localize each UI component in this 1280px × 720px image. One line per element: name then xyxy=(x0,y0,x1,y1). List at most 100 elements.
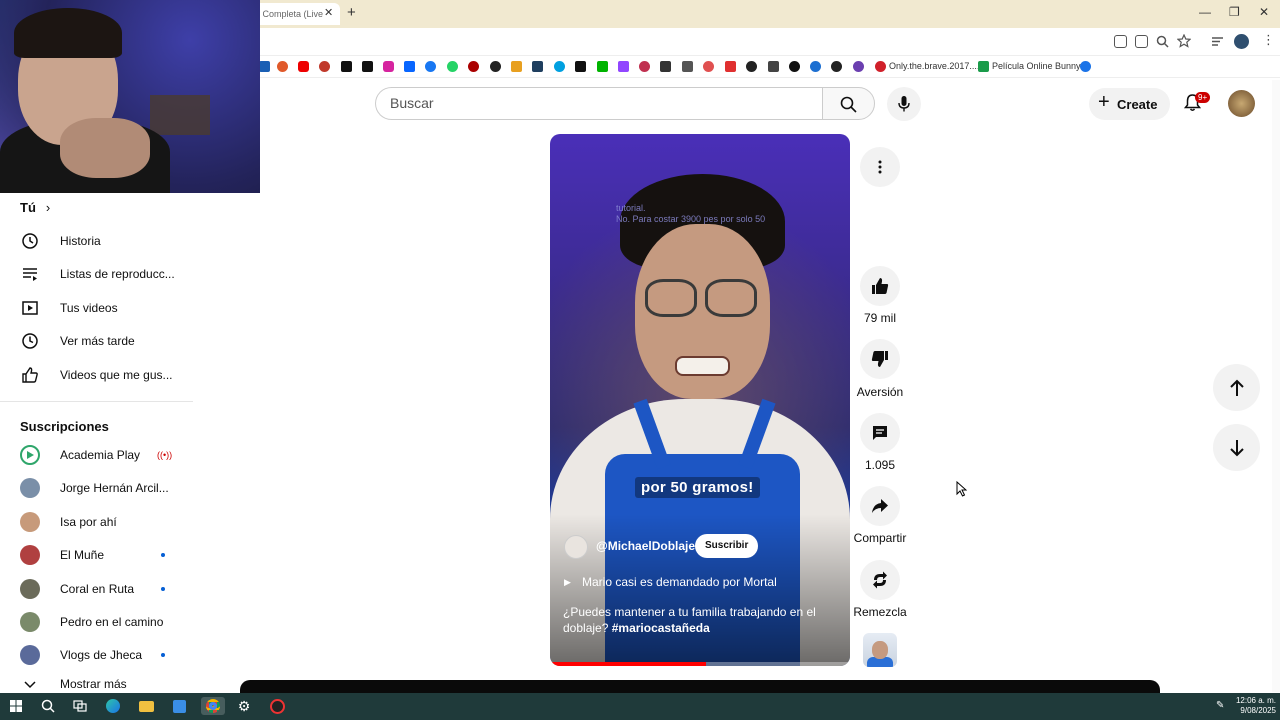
bookmark-icon[interactable] xyxy=(682,61,693,72)
kick-bookmark-icon[interactable] xyxy=(597,61,608,72)
close-window-icon[interactable]: ✕ xyxy=(1259,5,1269,19)
reading-list-icon[interactable] xyxy=(1211,35,1224,48)
next-short-preview[interactable] xyxy=(240,680,1160,694)
bookmark-icon[interactable] xyxy=(725,61,736,72)
you-label: Tú xyxy=(20,200,36,215)
sidebar-item-liked-videos[interactable]: Videos que me gus... xyxy=(20,362,190,388)
share-button[interactable] xyxy=(860,486,900,526)
tiktok-bookmark-icon[interactable] xyxy=(341,61,352,72)
bookmark-star-icon[interactable] xyxy=(1177,34,1191,48)
bookmark-icon[interactable] xyxy=(746,61,757,72)
bookmark-icon[interactable] xyxy=(703,61,714,72)
sidebar-item-your-videos[interactable]: Tus videos xyxy=(20,295,190,321)
cast-icon[interactable] xyxy=(1114,35,1127,48)
bookmark-icon[interactable] xyxy=(768,61,779,72)
bookmark-icon[interactable] xyxy=(277,61,288,72)
system-clock[interactable]: 12:06 a. m. 9/08/2025 xyxy=(1232,696,1276,716)
twitch-bookmark-icon[interactable] xyxy=(618,61,629,72)
dislike-label: Aversión xyxy=(856,385,904,399)
remix-button[interactable] xyxy=(860,560,900,600)
new-content-dot xyxy=(161,587,165,591)
show-more-label: Mostrar más xyxy=(60,677,127,691)
linked-video-link[interactable]: Mario casi es demandado por Mortal xyxy=(582,575,777,589)
subscribe-button[interactable]: Suscribir xyxy=(695,534,759,558)
more-options-button[interactable] xyxy=(860,147,900,187)
show-more-button[interactable]: Mostrar más xyxy=(20,676,190,692)
short-video-player[interactable]: tutorial. No. Para costar 3900 pes por so… xyxy=(550,134,850,666)
next-short-button[interactable] xyxy=(1213,424,1260,471)
zoom-icon[interactable] xyxy=(1156,35,1169,48)
bookmark-icon[interactable] xyxy=(468,61,479,72)
subscription-item[interactable]: Pedro en el camino xyxy=(20,609,190,635)
bookmark-icon[interactable] xyxy=(1080,61,1091,72)
sidebar-item-watch-later[interactable]: Ver más tarde xyxy=(20,328,190,354)
bookmark-link[interactable]: Película Online Bunny xyxy=(992,61,1081,71)
new-content-dot xyxy=(161,553,165,557)
search-icon[interactable] xyxy=(39,697,57,715)
subscriptions-header: Suscripciones xyxy=(20,419,109,434)
hashtag-link[interactable]: #mariocastañeda xyxy=(612,621,710,635)
page-scrollbar[interactable] xyxy=(1272,80,1280,692)
meta-bookmark-icon[interactable] xyxy=(404,61,415,72)
previous-short-button[interactable] xyxy=(1213,364,1260,411)
dislike-button[interactable] xyxy=(860,339,900,379)
bookmark-icon[interactable] xyxy=(831,61,842,72)
facebook-bookmark-icon[interactable] xyxy=(425,61,436,72)
task-view-icon[interactable] xyxy=(71,697,89,715)
chrome-taskbar-icon[interactable] xyxy=(201,697,225,715)
remix-icon xyxy=(873,571,887,589)
file-explorer-icon[interactable] xyxy=(137,697,155,715)
sidebar-item-label: Tus videos xyxy=(60,301,118,315)
new-tab-icon[interactable]: + xyxy=(347,4,356,21)
bookmark-icon[interactable] xyxy=(532,61,543,72)
windows-start-icon[interactable] xyxy=(7,697,25,715)
bookmark-link[interactable]: Only.the.brave.2017.... xyxy=(889,61,979,71)
restore-icon[interactable]: ❐ xyxy=(1229,5,1240,19)
bookmark-icon[interactable] xyxy=(853,61,864,72)
comments-button[interactable] xyxy=(860,413,900,453)
recording-app-icon[interactable] xyxy=(268,697,286,715)
bookmark-icon[interactable] xyxy=(639,61,650,72)
bookmark-icon[interactable] xyxy=(490,61,501,72)
x-bookmark-icon[interactable] xyxy=(362,61,373,72)
channel-avatar[interactable] xyxy=(564,535,588,559)
like-button[interactable] xyxy=(860,266,900,306)
browser-menu-icon[interactable]: ⋮ xyxy=(1262,32,1275,48)
pen-icon[interactable]: ✎ xyxy=(1216,700,1224,711)
you-section-header[interactable]: Tú › xyxy=(20,200,50,215)
audio-source-thumbnail[interactable] xyxy=(863,633,897,667)
bookmark-icon[interactable] xyxy=(875,61,886,72)
profile-avatar-icon[interactable] xyxy=(1234,34,1249,49)
bookmark-icon[interactable] xyxy=(789,61,800,72)
video-progress-bar[interactable] xyxy=(550,662,850,666)
search-button[interactable] xyxy=(822,87,875,120)
voice-search-button[interactable] xyxy=(887,87,921,121)
subscription-label: Coral en Ruta xyxy=(60,582,135,596)
sidebar-item-playlists[interactable]: Listas de reproducc... xyxy=(20,261,190,287)
edge-browser-icon[interactable] xyxy=(104,697,122,715)
youtube-bookmark-icon[interactable] xyxy=(298,61,309,72)
subscription-item[interactable]: Jorge Hernán Arcil... xyxy=(20,475,190,501)
minimize-icon[interactable]: — xyxy=(1199,5,1211,19)
settings-gear-icon[interactable]: ⚙ xyxy=(235,697,253,715)
search-input[interactable]: Buscar xyxy=(375,87,823,120)
sidebar-item-history[interactable]: Historia xyxy=(20,228,190,254)
bookmark-icon[interactable] xyxy=(660,61,671,72)
bookmark-icon[interactable] xyxy=(259,61,270,72)
bookmark-icon[interactable] xyxy=(978,61,989,72)
tab-close-icon[interactable]: ✕ xyxy=(324,6,333,19)
bookmark-icon[interactable] xyxy=(319,61,330,72)
microphone-icon xyxy=(898,96,910,112)
subscription-item[interactable]: Isa por ahí xyxy=(20,509,190,535)
sidebar-divider xyxy=(0,401,193,402)
capcut-bookmark-icon[interactable] xyxy=(575,61,586,72)
bookmark-icon[interactable] xyxy=(511,61,522,72)
whatsapp-bookmark-icon[interactable] xyxy=(447,61,458,72)
channel-name-link[interactable]: @MichaelDoblaje xyxy=(596,539,695,553)
bookmark-icon[interactable] xyxy=(554,61,565,72)
translate-icon[interactable] xyxy=(1135,35,1148,48)
account-avatar[interactable] xyxy=(1228,90,1255,117)
bookmark-icon[interactable] xyxy=(810,61,821,72)
instagram-bookmark-icon[interactable] xyxy=(383,61,394,72)
store-icon[interactable] xyxy=(170,697,188,715)
